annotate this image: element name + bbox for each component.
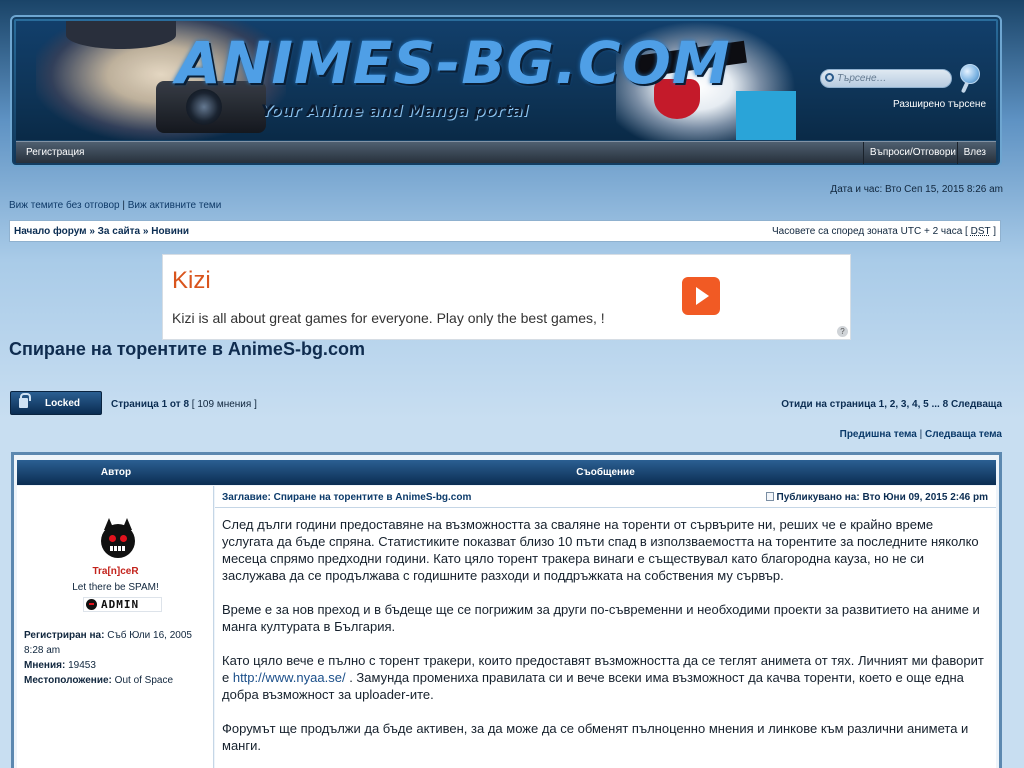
quick-links: Виж темите без отговор | Виж активните т… (9, 200, 221, 211)
ad-open-button[interactable] (682, 277, 720, 315)
posts-label: Мнения: (24, 660, 66, 671)
devil-icon (86, 599, 97, 610)
ad-info-icon[interactable]: ? (837, 326, 848, 337)
post-body: След дълги години предоставяне на възмож… (222, 516, 988, 768)
rank-text: ADMIN (101, 598, 140, 611)
post-author-username[interactable]: Tra[n]ceR (17, 566, 214, 577)
page-info: Страница 1 от 8 [ 109 мнения ] (111, 399, 257, 410)
message-column-header: Съобщение (576, 467, 635, 478)
post-icon[interactable] (765, 492, 774, 501)
advanced-search-link[interactable]: Разширено търсене (893, 99, 986, 110)
post-author-cell: Tra[n]ceR Let there be SPAM! ADMIN Регис… (17, 486, 214, 768)
hat-shape (66, 21, 176, 49)
magnifier-handle (960, 81, 970, 94)
faq-link[interactable]: Въпроси/Отговори (862, 142, 962, 164)
page-label: Страница 1 от 8 (111, 399, 190, 410)
post-count: [ 109 мнения ] (189, 399, 257, 410)
post-paragraph-3: Като цяло вече е пълно с торент тракери,… (222, 652, 988, 703)
search-input[interactable]: Търсене… (820, 69, 952, 88)
locked-button[interactable]: Locked (10, 391, 102, 415)
timezone-prefix: Часовете са според зоната UTC + 2 часа [ (771, 225, 971, 237)
post-table: Автор Съобщение Tra[n]ceR Let there be S… (11, 452, 1002, 768)
topic-navigation: Предишна тема | Следваща тема (840, 429, 1002, 440)
unanswered-topics-link[interactable]: Виж темите без отговор (9, 200, 120, 211)
post-table-header: Автор Съобщение (17, 460, 996, 485)
advertisement[interactable]: Kizi Kizi is all about great games for e… (162, 254, 851, 340)
site-tagline: Your Anime and Manga portal (261, 101, 529, 120)
avatar-eye-right (120, 535, 127, 542)
site-logo[interactable]: ANIMES-BG.COM (176, 29, 731, 97)
topic-title[interactable]: Спиране на торентите в AnimeS-bg.com (9, 339, 365, 360)
post-paragraph-1: След дълги години предоставяне на възмож… (222, 517, 979, 583)
search-icon (825, 73, 834, 82)
active-topics-link[interactable]: Виж активните теми (128, 200, 222, 211)
breadcrumb[interactable]: Начало форум » За сайта » Новини (14, 226, 189, 237)
post-date-text: Публикувано на: Вто Юни 09, 2015 2:46 pm (776, 492, 988, 503)
post-message-cell: Заглавие: Спиране на торентите в AnimeS-… (215, 486, 996, 768)
magnifier-icon (960, 64, 980, 84)
current-datetime: Дата и час: Вто Сеп 15, 2015 8:26 am (830, 184, 1003, 195)
timezone-info: Часовете са според зоната UTC + 2 часа [… (772, 226, 996, 237)
locked-label: Locked (45, 398, 81, 409)
next-topic-link[interactable]: Следваща тема (925, 429, 1002, 440)
avatar-teeth (110, 546, 126, 551)
post-subject[interactable]: Заглавие: Спиране на торентите в AnimeS-… (222, 492, 471, 503)
registered-row: Регистриран на: Съб Юли 16, 2005 8:28 am (24, 628, 212, 658)
avatar-head (101, 524, 135, 558)
lock-icon (19, 393, 31, 408)
author-column-header: Автор (100, 467, 132, 478)
location-value: Out of Space (111, 675, 174, 686)
link-separator: | (119, 200, 128, 211)
location-row: Местоположение: Out of Space (24, 673, 212, 688)
dst-label: DST (970, 225, 991, 237)
navbar: Регистрация Въпроси/Отговори Влез (16, 141, 996, 164)
registered-label: Регистриран на: (24, 630, 105, 641)
post-paragraph-2: Време е за нов преход и в бъдеще ще се п… (222, 602, 980, 634)
rank-badge: ADMIN (83, 597, 162, 612)
post-header: Заглавие: Спиране на торентите в AnimeS-… (215, 486, 996, 508)
post-date: Публикувано на: Вто Юни 09, 2015 2:46 pm (765, 492, 988, 503)
timezone-suffix: ] (990, 225, 996, 237)
register-link[interactable]: Регистрация (20, 142, 90, 164)
search-placeholder: Търсене… (837, 73, 887, 84)
ad-description: Kizi is all about great games for everyo… (172, 310, 605, 326)
previous-topic-link[interactable]: Предишна тема (840, 429, 917, 440)
ad-title[interactable]: Kizi (172, 267, 211, 295)
location-label: Местоположение: (24, 675, 112, 686)
play-arrow-icon (696, 287, 709, 305)
posts-value: 19453 (65, 660, 96, 671)
pagination[interactable]: Отиди на страница 1, 2, 3, 4, 5 ... 8 Сл… (781, 399, 1002, 410)
user-title: Let there be SPAM! (72, 582, 159, 593)
nyaa-link[interactable]: http://www.nyaa.se/ (233, 670, 346, 685)
jacket-shape (736, 91, 796, 140)
search-button[interactable] (958, 64, 982, 94)
avatar-eye-left (109, 535, 116, 542)
post-paragraph-4: Форумът ще продължи да бъде активен, за … (222, 721, 969, 753)
user-details: Регистриран на: Съб Юли 16, 2005 8:28 am… (24, 628, 212, 688)
posts-row: Мнения: 19453 (24, 658, 212, 673)
topic-nav-separator: | (916, 429, 926, 440)
avatar (101, 518, 135, 558)
breadcrumb-bar: Начало форум » За сайта » Новини Часовет… (9, 220, 1001, 242)
login-link[interactable]: Влез (956, 142, 992, 164)
